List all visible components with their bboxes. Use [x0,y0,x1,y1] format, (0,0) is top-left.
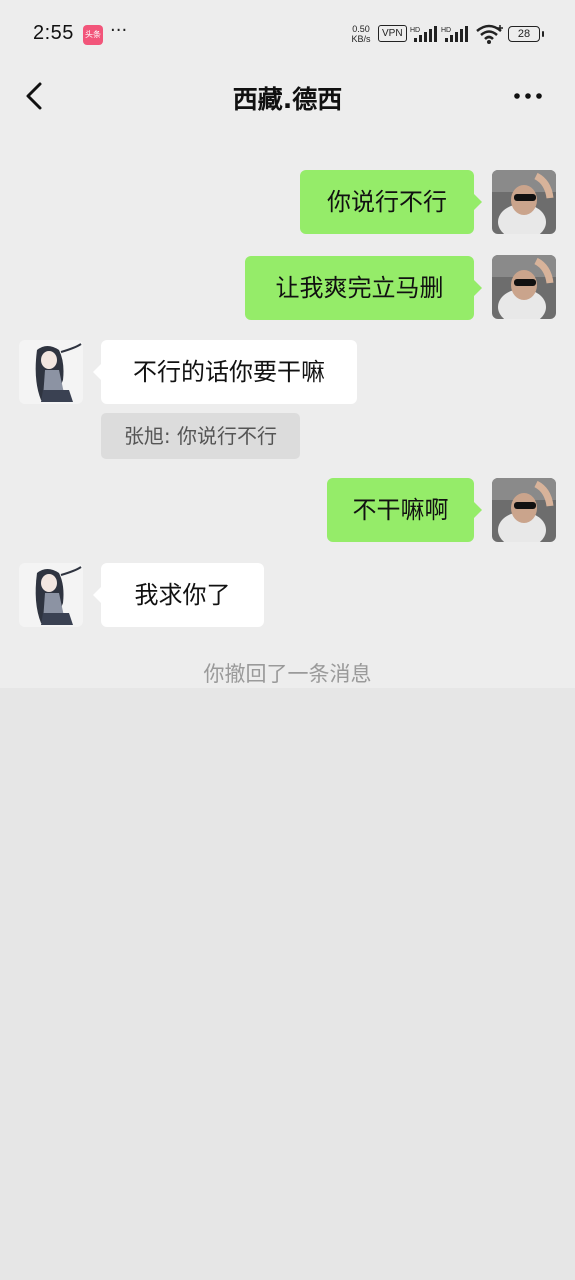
anime-girl-avatar-icon [19,340,83,404]
user-photo-icon [492,170,556,234]
my-avatar[interactable] [492,255,556,319]
my-avatar[interactable] [492,170,556,234]
incoming-message-bubble[interactable]: 我求你了 [93,563,264,627]
outgoing-message-bubble[interactable]: 让我爽完立马删 [245,256,482,320]
signal-strength-icon: HD [410,26,437,42]
chat-title: 西藏.德西 [232,85,343,114]
status-bar: 2:55 头条 ··· 0.50 KB/s VPN HD HD 28 [0,0,575,68]
vpn-icon: VPN [378,25,407,42]
message-list[interactable]: 你说行不行 让我爽完立马删 不行的话你要干嘛 张旭: 你说行不行 不干嘛啊 我求… [0,130,575,690]
app-notification-icon: 头条 [83,25,103,45]
anime-girl-avatar-icon [19,563,83,627]
network-speed: 0.50 KB/s [348,24,374,44]
quoted-message[interactable]: 张旭: 你说行不行 [101,413,300,459]
network-speed-value: 0.50 [352,24,370,34]
user-photo-icon [492,478,556,542]
outgoing-message-bubble[interactable]: 不干嘛啊 [327,478,482,542]
recalled-message-notice: 你撤回了一条消息 [203,662,372,686]
signal-hd-label: HD [441,27,451,34]
chat-header: 西藏.德西 [0,68,575,130]
contact-avatar[interactable] [19,340,83,404]
signal-hd-label: HD [410,27,420,34]
my-avatar[interactable] [492,478,556,542]
empty-area [0,688,575,1280]
user-photo-icon [492,255,556,319]
status-time: 2:55 [33,22,74,44]
network-speed-unit: KB/s [351,34,371,44]
incoming-message-bubble[interactable]: 不行的话你要干嘛 [93,340,357,404]
wifi-icon [476,24,503,44]
more-dots-icon[interactable] [508,84,548,108]
outgoing-message-bubble[interactable]: 你说行不行 [300,170,482,234]
contact-avatar[interactable] [19,563,83,627]
battery-icon: 28 [508,26,544,42]
signal-strength-icon: HD [441,26,468,42]
more-notifications-icon: ··· [110,20,128,41]
